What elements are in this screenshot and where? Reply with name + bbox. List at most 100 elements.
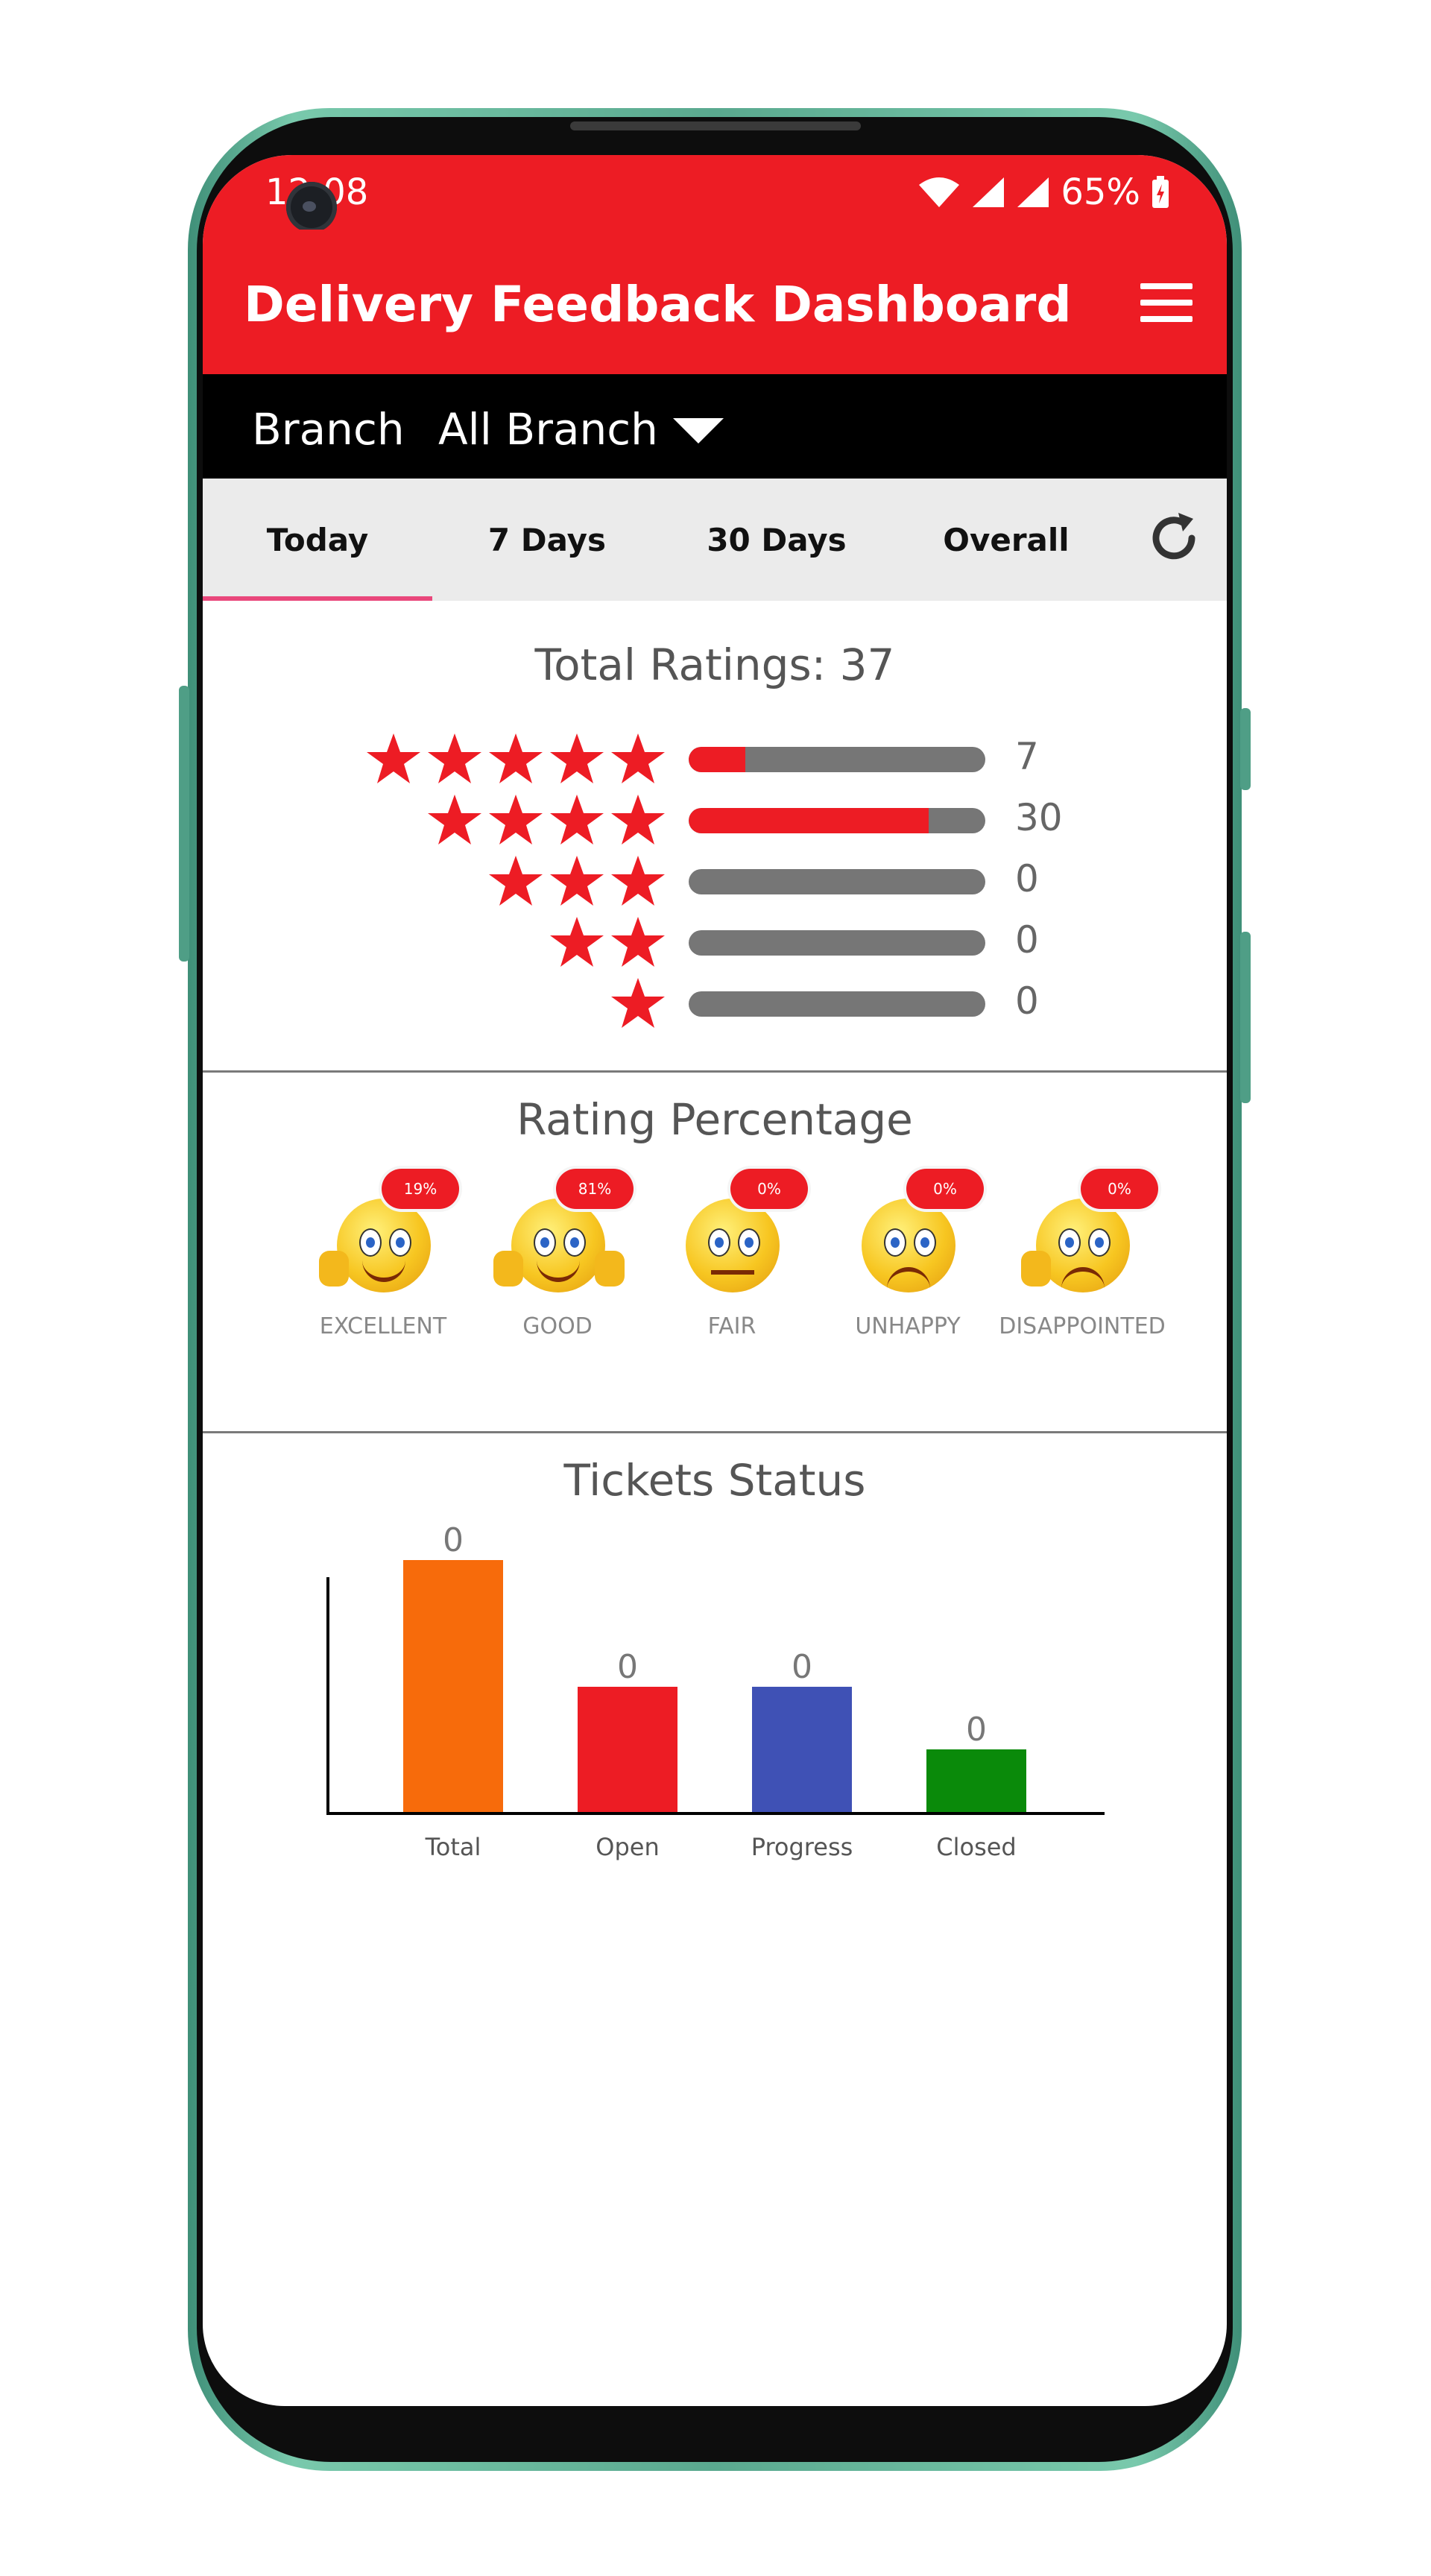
star-icon (550, 733, 604, 783)
period-tabs: Today 7 Days 30 Days Overall (203, 479, 1227, 601)
x-tick-label: Open (596, 1833, 659, 1861)
rating-count: 0 (1015, 857, 1039, 900)
tab-7-days[interactable]: 7 Days (432, 479, 662, 601)
star-icon (489, 856, 543, 906)
rating-good: 81% GOOD (476, 1169, 639, 1355)
tickets-status-title: Tickets Status (563, 1455, 866, 1506)
rating-progress-bar (689, 808, 985, 833)
tab-30-days[interactable]: 30 Days (662, 479, 891, 601)
percent-badge: 0% (1081, 1169, 1158, 1209)
star-group (365, 730, 666, 787)
battery-charging-icon (1152, 176, 1169, 208)
bar-value-label: 0 (966, 1711, 987, 1749)
rating-row-2-star: 0 (203, 914, 1227, 973)
happy-face-emoji-icon (511, 1199, 605, 1292)
rating-label: EXCELLENT (319, 1313, 447, 1339)
sad-face-emoji-icon (862, 1199, 955, 1292)
bar-value-label: 0 (792, 1648, 812, 1686)
x-tick-label: Total (425, 1833, 481, 1861)
bar-total (403, 1560, 503, 1813)
star-icon (367, 733, 420, 783)
caret-down-icon (672, 418, 724, 443)
star-group (426, 792, 666, 848)
alert-slider (1240, 932, 1251, 1103)
star-group (610, 975, 666, 1032)
rating-label: DISAPPOINTED (999, 1313, 1166, 1339)
page-title: Delivery Feedback Dashboard (244, 276, 1072, 333)
signal-icon (973, 177, 1005, 207)
rating-count: 7 (1015, 735, 1039, 778)
rating-count: 0 (1015, 979, 1039, 1023)
rating-fair: 0% FAIR (650, 1169, 814, 1355)
flat-face-emoji-icon (686, 1199, 780, 1292)
hand-icon (595, 1251, 625, 1287)
rating-percentage-title: Rating Percentage (517, 1094, 913, 1145)
star-icon (489, 733, 543, 783)
bar-closed (926, 1749, 1026, 1813)
star-group (487, 853, 666, 909)
bar-progress (752, 1687, 852, 1813)
bar-value-label: 0 (443, 1521, 464, 1559)
star-icon (611, 917, 665, 967)
hamburger-menu-icon[interactable] (1140, 283, 1192, 322)
star-icon (428, 795, 481, 845)
branch-dropdown[interactable]: All Branch (438, 404, 724, 455)
branch-selected-value: All Branch (438, 404, 658, 455)
rating-count: 30 (1015, 796, 1063, 839)
section-divider (203, 1431, 1227, 1433)
rating-row-3-star: 0 (203, 853, 1227, 912)
star-icon (611, 795, 665, 845)
total-ratings-title: Total Ratings: 37 (534, 640, 895, 690)
star-icon (428, 733, 481, 783)
x-tick-label: Closed (936, 1833, 1016, 1861)
rating-row-4-star: 30 (203, 792, 1227, 851)
wifi-icon (919, 177, 960, 207)
rating-row-1-star: 0 (203, 975, 1227, 1035)
status-icons: 65% (917, 171, 1170, 213)
rating-progress-fill (689, 747, 745, 772)
hand-icon (493, 1251, 523, 1287)
rating-disappointed: 0% DISAPPOINTED (999, 1169, 1166, 1355)
tab-overall[interactable]: Overall (891, 479, 1121, 601)
app-bar: Delivery Feedback Dashboard (203, 230, 1227, 374)
battery-percent: 65% (1061, 171, 1140, 213)
rating-label: GOOD (522, 1313, 593, 1339)
refresh-icon[interactable] (1144, 508, 1204, 568)
x-tick-label: Progress (751, 1833, 853, 1861)
tickets-status-chart: 0 Total 0 Open 0 Progress 0 Closed (326, 1521, 1105, 1861)
rating-progress-fill (689, 808, 929, 833)
percent-badge: 0% (730, 1169, 808, 1209)
bar-value-label: 0 (617, 1648, 638, 1686)
star-icon (611, 856, 665, 906)
rating-progress-bar (689, 747, 985, 772)
happy-face-emoji-icon (337, 1199, 431, 1292)
branch-label: Branch (252, 404, 405, 455)
hand-icon (1021, 1251, 1051, 1287)
branch-filter-bar: Branch All Branch (203, 374, 1227, 479)
section-divider (203, 1070, 1227, 1073)
star-group (549, 914, 666, 970)
tab-today[interactable]: Today (203, 479, 432, 601)
rating-unhappy: 0% UNHAPPY (826, 1169, 990, 1355)
signal-icon-2 (1017, 177, 1049, 207)
star-icon (611, 733, 665, 783)
rating-excellent: 19% EXCELLENT (301, 1169, 465, 1355)
percent-badge: 81% (556, 1169, 634, 1209)
earpiece-speaker (570, 121, 861, 130)
hand-icon (319, 1251, 349, 1287)
percent-badge: 0% (906, 1169, 984, 1209)
status-bar: 12:08 65% (203, 155, 1227, 233)
rating-label: FAIR (707, 1313, 756, 1339)
rating-progress-bar (689, 930, 985, 956)
rating-label: UNHAPPY (855, 1313, 961, 1339)
rating-progress-bar (689, 869, 985, 894)
power-button (1240, 708, 1251, 790)
star-icon (550, 917, 604, 967)
star-icon (550, 856, 604, 906)
front-camera (286, 182, 337, 233)
rating-progress-bar (689, 991, 985, 1017)
volume-button (179, 686, 189, 962)
bar-open (578, 1687, 677, 1813)
star-icon (489, 795, 543, 845)
rating-count: 0 (1015, 918, 1039, 962)
